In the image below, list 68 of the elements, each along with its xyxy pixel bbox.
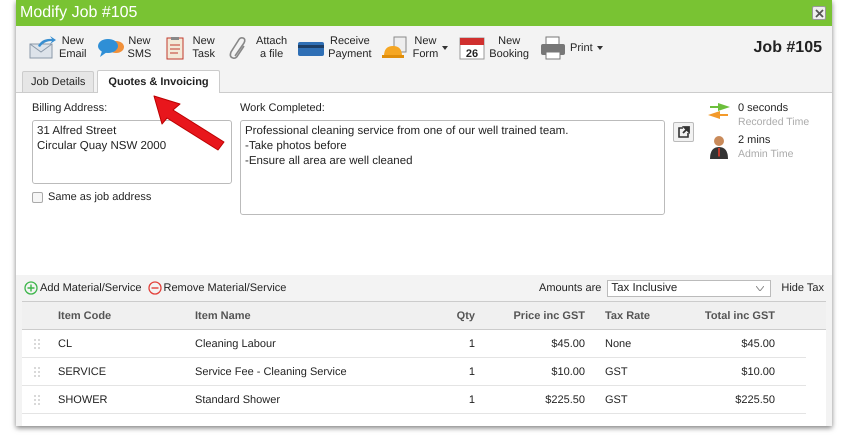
table-cell-text: $45.00: [740, 338, 775, 350]
close-icon: [814, 8, 824, 18]
plus-circle-icon: [24, 281, 38, 295]
checkbox[interactable]: [32, 192, 43, 202]
table-cell-text: $45.00: [550, 338, 585, 350]
minus-circle-icon: [148, 281, 162, 295]
time-value: 2 mins: [738, 134, 772, 146]
table-cell-text: CL: [58, 338, 74, 350]
column-header: Tax Rate: [605, 310, 652, 322]
table-cell-text: SHOWER: [58, 394, 108, 406]
chat-bubbles-icon: [96, 36, 125, 60]
work-completed-field[interactable]: Professional cleaning service from one of our well trained team. -Take photos before -Ensure all area are well cleaned: [240, 120, 665, 215]
hide-tax-link[interactable]: Hide Tax: [781, 282, 824, 294]
tab[interactable]: Job Details: [22, 71, 94, 92]
time-caption: Recorded Time: [738, 116, 810, 128]
arrows-icon: [706, 102, 732, 120]
toolbar-button[interactable]: New SMS: [94, 35, 154, 61]
close-button[interactable]: [812, 6, 826, 20]
drag-handle-icon[interactable]: [34, 338, 40, 348]
table-cell-text: $225.50: [544, 394, 585, 406]
checkbox-label: Same as job address: [48, 191, 152, 203]
table-cell-text: None: [605, 338, 632, 350]
field-label: Work Completed:: [240, 102, 326, 114]
remove-material-button[interactable]: Remove Material/Service: [148, 281, 286, 295]
table-cell-text: Cleaning Labour: [195, 338, 277, 350]
table-cell-text: Standard Shower: [195, 394, 281, 406]
column-header: Qty: [456, 310, 475, 322]
drag-handle-icon[interactable]: [34, 394, 40, 404]
toolbar-button[interactable]: Print: [537, 36, 605, 60]
time-value: 0 seconds: [738, 102, 790, 114]
table-cell-text: $10.00: [740, 366, 775, 378]
toolbar-button[interactable]: Receive Payment: [295, 35, 374, 61]
drag-handle-icon[interactable]: [34, 366, 40, 376]
field-label: Billing Address:: [32, 102, 108, 114]
toolbar-button[interactable]: New Task: [159, 35, 217, 61]
column-header: Item Code: [58, 310, 112, 322]
external-link-icon: [678, 126, 690, 138]
column-header: Total inc GST: [704, 310, 775, 322]
toolbar-button[interactable]: New Form: [380, 35, 450, 61]
table-cell-text: $10.00: [550, 366, 585, 378]
caret-icon: [596, 46, 603, 50]
table-cell-text: 1: [468, 366, 475, 378]
table-cell-text: $225.50: [734, 394, 775, 406]
time-caption: Admin Time: [738, 148, 794, 160]
calendar-day: 26: [466, 48, 478, 60]
window-title: Modify Job #105: [20, 4, 138, 22]
job-number-heading: Job #105: [754, 39, 822, 57]
column-header: Price inc GST: [512, 310, 585, 322]
table-cell-text: 1: [468, 338, 475, 350]
tax-mode-dropdown[interactable]: Tax Inclusive: [607, 280, 772, 296]
toolbar-button[interactable]: 26 New Booking: [456, 35, 532, 61]
chevron-down-icon: [756, 286, 764, 290]
printer-icon: [539, 36, 568, 60]
billing-address-field[interactable]: 31 Alfred Street Circular Quay NSW 2000: [32, 120, 232, 184]
amounts-label: Amounts are: [539, 282, 602, 294]
table-cell-text: 1: [468, 394, 475, 406]
tab[interactable]: Quotes & Invoicing: [97, 70, 220, 93]
table-cell-text: Service Fee - Cleaning Service: [195, 366, 348, 378]
caret-icon: [442, 46, 448, 50]
envelope-icon: [28, 36, 56, 60]
column-header: Item Name: [195, 310, 252, 322]
table-cell-text: SERVICE: [58, 366, 108, 378]
table-cell-text: GST: [605, 394, 629, 406]
toolbar-button[interactable]: Attach a file: [222, 35, 290, 61]
table-cell-text: GST: [605, 366, 629, 378]
toolbar-button[interactable]: New Email: [26, 35, 89, 61]
popout-button[interactable]: [673, 122, 694, 142]
add-material-button[interactable]: Add Material/Service: [24, 281, 142, 295]
